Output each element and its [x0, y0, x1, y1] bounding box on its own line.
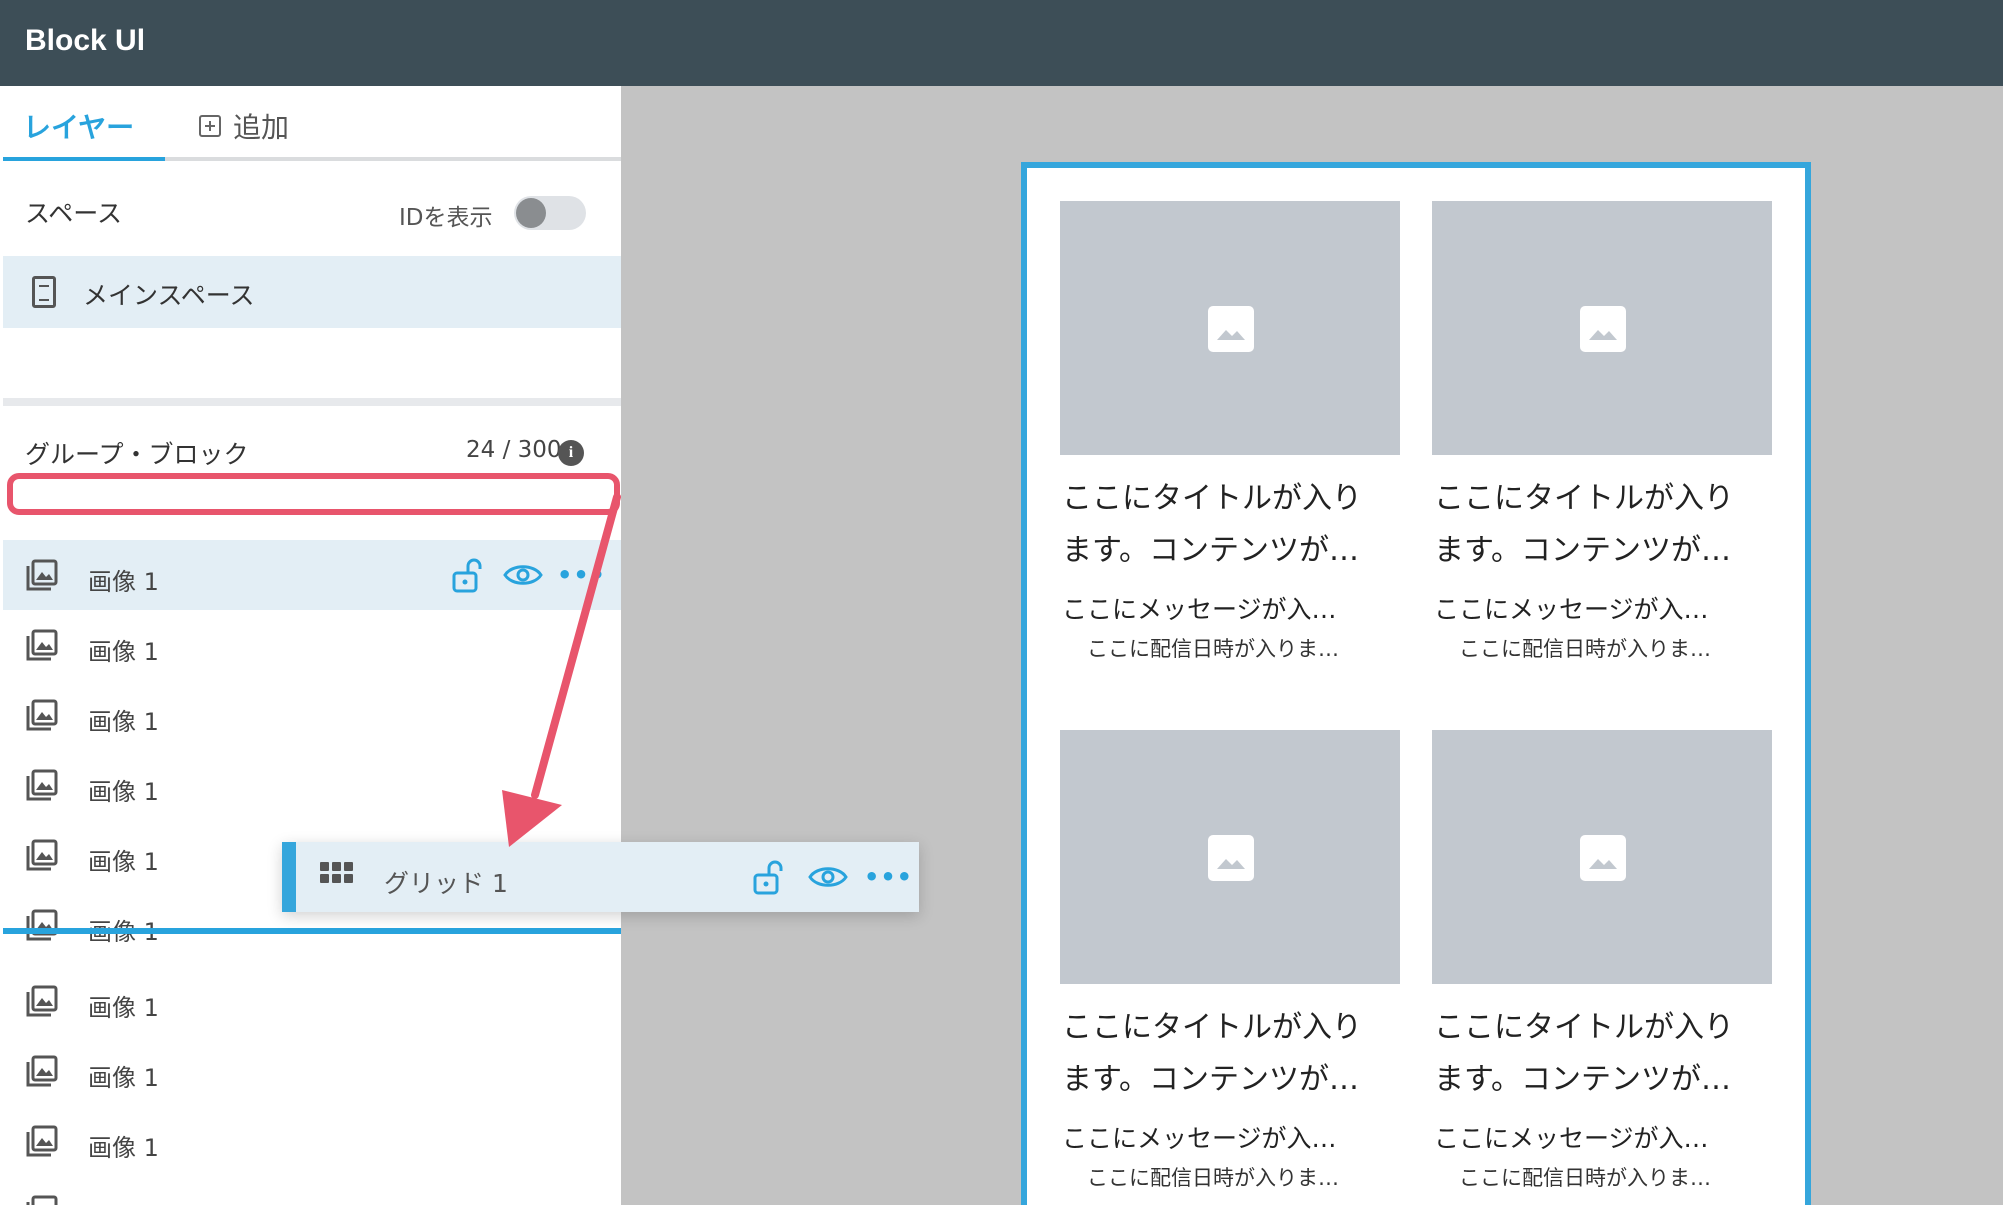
image-layer-icon [26, 1125, 58, 1157]
more-options-icon[interactable]: ••• [557, 561, 606, 589]
layer-item-actions: ••• [451, 556, 606, 594]
image-layer-icon [26, 769, 58, 801]
image-placeholder-icon [1208, 835, 1254, 881]
active-tab-indicator [3, 157, 165, 161]
layer-item-label: 画像 1 [88, 994, 159, 1022]
document-icon [32, 276, 56, 308]
layer-item[interactable]: 画像 1 [3, 1176, 621, 1205]
card-thumbnail [1432, 730, 1772, 984]
layer-item[interactable]: 画像 1 [3, 680, 621, 750]
image-layer-icon [26, 909, 58, 941]
card-title: ここにタイトルが入り ます。コンテンツが… [1434, 481, 1734, 568]
tab-add-label: 追加 [233, 111, 290, 144]
card-date: ここに配信日時が入りま… [1087, 1166, 1339, 1190]
image-layer-icon [26, 629, 58, 661]
add-box-icon [199, 115, 221, 137]
image-layer-icon [26, 1055, 58, 1087]
card-message: ここにメッセージが入… [1062, 1124, 1337, 1153]
card-message: ここにメッセージが入… [1062, 595, 1337, 624]
card-thumbnail [1060, 730, 1400, 984]
drop-target-highlight [7, 473, 620, 515]
layer-item-label: 画像 1 [88, 1134, 159, 1162]
section-divider [3, 398, 621, 406]
space-item-main[interactable]: メインスペース [3, 256, 621, 328]
card-title: ここにタイトルが入り ます。コンテンツが… [1434, 1010, 1734, 1097]
drag-accent-bar [282, 842, 296, 912]
block-count: 24 / 300 [466, 437, 562, 463]
image-layer-icon [26, 559, 58, 591]
image-layer-icon [26, 699, 58, 731]
app-title: Block Ul [25, 24, 146, 57]
layer-panel: レイヤー 追加 スペース IDを表示 メインスペース グループ・ブロック 24 … [3, 86, 621, 1205]
dragging-layer-item[interactable]: グリッド 1 ••• [282, 842, 919, 912]
grid-block-frame[interactable]: ここにタイトルが入り ます。コンテンツが… ここにメッセージが入… ここに配信日時が… [1021, 162, 1811, 1205]
drop-insertion-line [3, 928, 621, 934]
layer-item[interactable]: 画像 1 [3, 966, 621, 1036]
group-section-label: グループ・ブロック [25, 440, 249, 469]
card-thumbnail [1432, 201, 1772, 455]
image-placeholder-icon [1580, 306, 1626, 352]
layer-item-label: 画像 1 [88, 708, 159, 736]
layer-item-label: 画像 1 [88, 1198, 159, 1205]
card-date: ここに配信日時が入りま… [1087, 637, 1339, 661]
canvas-area: ここにタイトルが入り ます。コンテンツが… ここにメッセージが入… ここに配信日時が… [621, 86, 2003, 1205]
layer-item[interactable]: 画像 1 [3, 610, 621, 680]
layer-item[interactable]: 画像 1 [3, 750, 621, 820]
visibility-eye-icon[interactable] [503, 560, 543, 590]
space-section-label: スペース [25, 199, 123, 228]
card-thumbnail [1060, 201, 1400, 455]
space-item-label: メインスペース [83, 281, 255, 310]
toggle-knob [516, 198, 546, 228]
layer-item-label: 画像 1 [88, 638, 159, 666]
unlock-icon[interactable] [451, 556, 485, 594]
info-icon[interactable]: i [558, 440, 584, 466]
visibility-eye-icon[interactable] [808, 862, 848, 892]
drag-item-actions: ••• [752, 858, 913, 896]
panel-tabs: レイヤー 追加 [3, 86, 621, 161]
dragging-item-label: グリッド 1 [384, 869, 508, 898]
card-message: ここにメッセージが入… [1434, 1124, 1709, 1153]
card-title: ここにタイトルが入り ます。コンテンツが… [1062, 1010, 1362, 1097]
layer-item-label: 画像 1 [88, 1064, 159, 1092]
layer-item[interactable]: 画像 1 [3, 1036, 621, 1106]
layer-item-label: 画像 1 [88, 848, 159, 876]
layer-item-label: 画像 1 [88, 778, 159, 806]
grid-icon [320, 862, 353, 883]
image-layer-icon [26, 985, 58, 1017]
tab-add[interactable]: 追加 [199, 106, 289, 146]
image-placeholder-icon [1208, 306, 1254, 352]
unlock-icon[interactable] [752, 858, 786, 896]
layer-item[interactable]: 画像 1 ••• [3, 540, 621, 610]
card-date: ここに配信日時が入りま… [1459, 1166, 1711, 1190]
tab-layers[interactable]: レイヤー [23, 106, 134, 146]
show-id-label: IDを表示 [399, 205, 493, 231]
more-options-icon[interactable]: ••• [864, 863, 913, 891]
card-message: ここにメッセージが入… [1434, 595, 1709, 624]
image-placeholder-icon [1580, 835, 1626, 881]
layer-item-label: 画像 1 [88, 568, 159, 596]
image-layer-icon [26, 1195, 58, 1205]
layer-item[interactable]: 画像 1 [3, 1106, 621, 1176]
card-title: ここにタイトルが入り ます。コンテンツが… [1062, 481, 1362, 568]
image-layer-icon [26, 839, 58, 871]
card-date: ここに配信日時が入りま… [1459, 637, 1711, 661]
show-id-toggle[interactable] [514, 196, 586, 230]
title-bar: Block Ul [0, 0, 2003, 86]
